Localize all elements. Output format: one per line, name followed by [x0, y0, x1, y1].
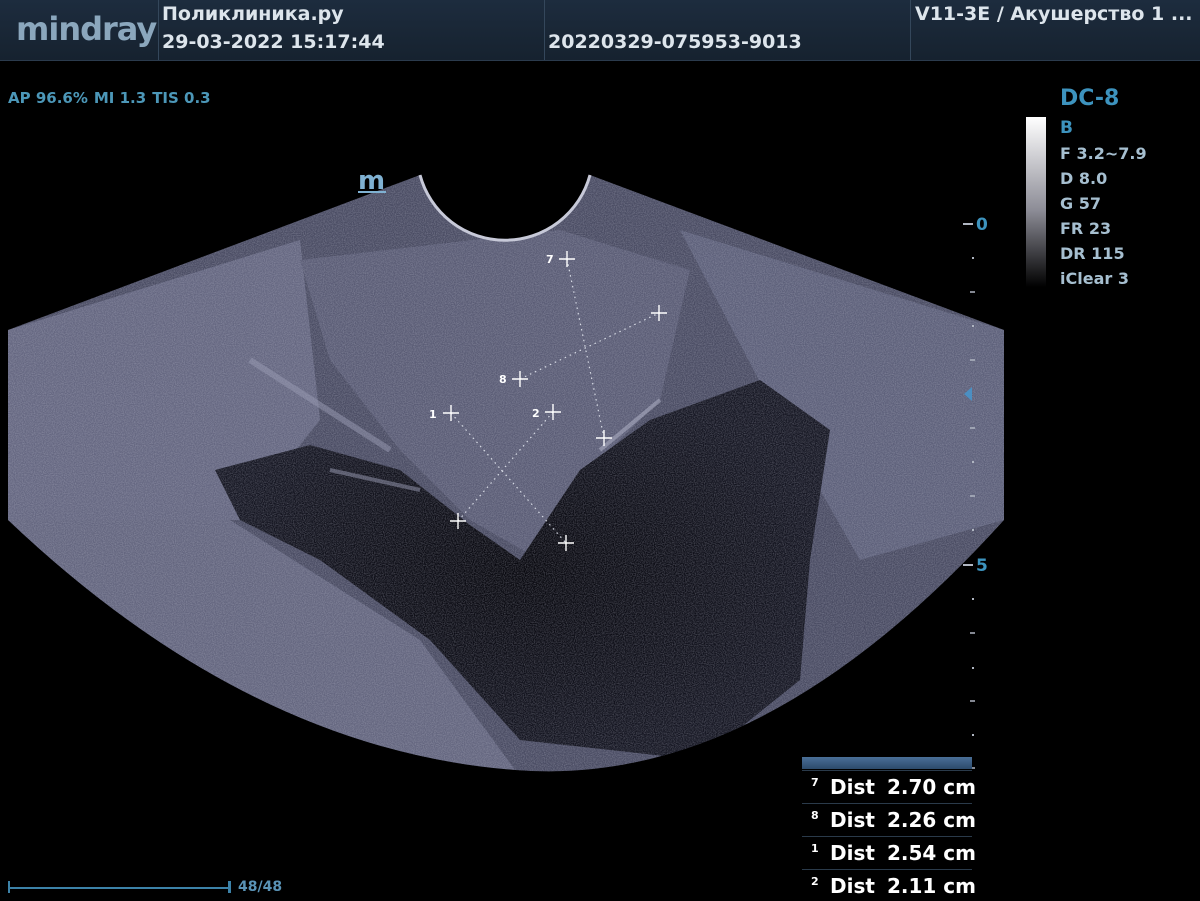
- imaging-mode: B: [1060, 118, 1073, 138]
- mindray-logo: mindray: [16, 10, 157, 48]
- param-dynamic-range: DR 115: [1060, 244, 1125, 263]
- measurement-label: Dist: [830, 808, 875, 832]
- measurement-row[interactable]: 8 Dist 2.26 cm: [802, 803, 976, 835]
- header-bar: mindray Поликлиника.ру 29-03-2022 15:17:…: [0, 0, 1200, 61]
- mechanical-index: MI 1.3: [93, 89, 147, 107]
- grayscale-bar: [1026, 117, 1046, 287]
- acoustic-power: AP 96.6%: [8, 89, 88, 107]
- measurement-value: 2.26 cm: [887, 808, 977, 832]
- sector-view: [8, 175, 1004, 772]
- measurement-index: 7: [811, 776, 819, 789]
- ultrasound-image[interactable]: 7 8 1 2 m 0 5: [0, 0, 1200, 900]
- patient-info-cell: Поликлиника.ру 29-03-2022 15:17:44: [158, 0, 545, 60]
- measurement-index: 1: [811, 842, 819, 855]
- exam-preset: DC-8: [1060, 86, 1120, 111]
- cine-end-handle[interactable]: [228, 881, 231, 893]
- param-gain: G 57: [1060, 194, 1101, 213]
- depth-label-5: 5: [976, 556, 988, 576]
- measurement-value: 2.70 cm: [887, 775, 977, 799]
- measurement-index: 8: [811, 809, 819, 822]
- caliper-label-8: 8: [499, 373, 507, 386]
- thermal-index: TIS 0.3: [152, 89, 211, 107]
- param-frame-rate: FR 23: [1060, 219, 1112, 238]
- depth-label-0: 0: [976, 215, 988, 235]
- acoustic-output: AP 96.6% MI 1.3 TIS 0.3: [8, 89, 217, 107]
- caliper-label-7: 7: [546, 253, 554, 266]
- study-id: 20220329-075953-9013: [548, 31, 802, 53]
- measurement-value: 2.54 cm: [887, 841, 977, 865]
- clinic-name: Поликлиника.ру: [162, 3, 344, 25]
- measurement-row[interactable]: 7 Dist 2.70 cm: [802, 770, 976, 802]
- probe-cell: V11-3E / Акушерство 1 ...: [910, 0, 1200, 60]
- results-header: [802, 757, 972, 769]
- study-cell: 20220329-075953-9013: [544, 0, 911, 60]
- cine-frame-count: 48/48: [238, 879, 283, 895]
- measurement-value: 2.11 cm: [887, 874, 977, 898]
- param-frequency: F 3.2~7.9: [1060, 144, 1147, 163]
- exam-datetime: 29-03-2022 15:17:44: [162, 31, 385, 53]
- caliper-label-2: 2: [532, 407, 540, 420]
- cine-start-handle[interactable]: [8, 881, 10, 893]
- cine-scrollbar[interactable]: [8, 887, 230, 889]
- measurement-row[interactable]: 1 Dist 2.54 cm: [802, 836, 976, 868]
- measurement-row[interactable]: 2 Dist 2.11 cm: [802, 869, 976, 901]
- caliper-label-1: 1: [429, 408, 437, 421]
- param-depth: D 8.0: [1060, 169, 1108, 188]
- probe-preset: V11-3E / Акушерство 1 ...: [915, 3, 1193, 25]
- measurement-label: Dist: [830, 841, 875, 865]
- measurement-label: Dist: [830, 775, 875, 799]
- measurement-results: 7 Dist 2.70 cm 8 Dist 2.26 cm 1 Dist 2.5…: [802, 757, 976, 901]
- logo-cell: mindray: [0, 0, 159, 60]
- imaging-parameters: F 3.2~7.9 D 8.0 G 57 FR 23 DR 115 iClear…: [1060, 144, 1147, 294]
- measurement-index: 2: [811, 875, 819, 888]
- param-iclear: iClear 3: [1060, 269, 1129, 288]
- measurement-label: Dist: [830, 874, 875, 898]
